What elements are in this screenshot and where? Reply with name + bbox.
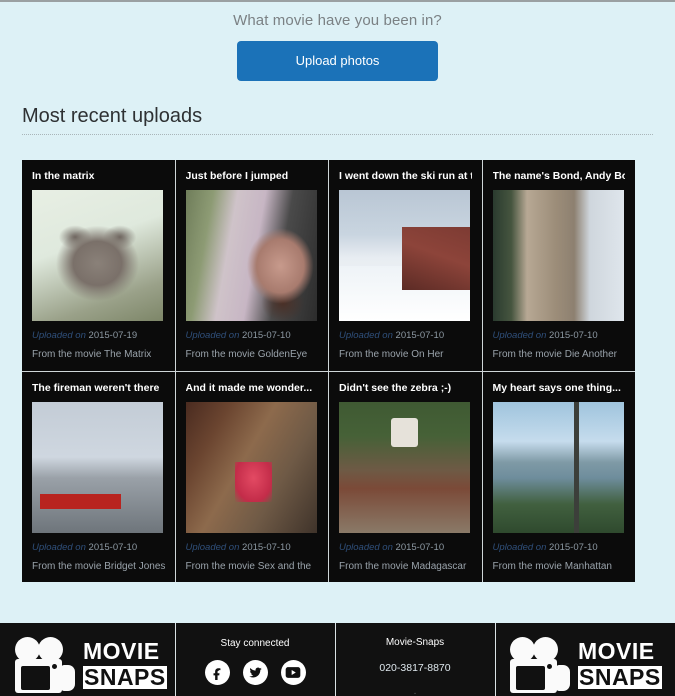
section-title: Most recent uploads: [22, 105, 203, 127]
uploaded-label: Uploaded on: [32, 542, 86, 553]
contact-extra-line: .: [413, 686, 417, 696]
uploaded-date: 2015-07-10: [88, 542, 138, 553]
card-thumbnail[interactable]: [492, 190, 624, 321]
card-uploaded-meta: Uploaded on 2015-07-10: [32, 542, 165, 554]
page-title: What movie have you been in?: [233, 12, 442, 29]
card-thumbnail[interactable]: [492, 402, 624, 533]
photo-image: [185, 190, 317, 321]
photo-image: [492, 402, 624, 533]
footer-logo-left[interactable]: MOVIE SNAPS: [0, 623, 175, 696]
upload-card[interactable]: The fireman weren't there Uploaded on 20…: [22, 372, 175, 582]
upload-photos-button[interactable]: Upload photos: [237, 41, 438, 81]
uploaded-date: 2015-07-10: [395, 330, 445, 341]
card-title: Just before I jumped: [185, 170, 289, 182]
card-uploaded-meta: Uploaded on 2015-07-10: [493, 330, 626, 342]
card-movie-name: From the movie GoldenEye: [185, 349, 308, 360]
uploaded-label: Uploaded on: [32, 330, 86, 341]
upload-card[interactable]: Just before I jumped Uploaded on 2015-07…: [174, 160, 329, 371]
card-thumbnail[interactable]: [339, 402, 470, 533]
card-title: Didn't see the zebra ;-): [339, 382, 452, 394]
uploaded-label: Uploaded on: [492, 330, 547, 341]
uploaded-label: Uploaded on: [185, 330, 240, 341]
footer-social-column: Stay connected: [175, 623, 335, 696]
photo-image: [32, 190, 163, 321]
card-movie-name: From the movie The Matrix: [32, 349, 152, 360]
facebook-icon[interactable]: [204, 660, 230, 685]
brand-wordmark: MOVIE SNAPS: [83, 637, 167, 690]
recent-uploads-grid: In the matrix Uploaded on 2015-07-19 Fro…: [22, 160, 635, 582]
upload-card[interactable]: My heart says one thing... Uploaded on 2…: [481, 372, 636, 582]
brand-logo[interactable]: MOVIE SNAPS: [495, 623, 675, 693]
footer-logo-right[interactable]: MOVIE SNAPS: [495, 623, 675, 696]
card-uploaded-meta: Uploaded on 2015-07-19: [32, 330, 165, 342]
stay-connected-label: Stay connected: [220, 638, 290, 649]
brand-wordmark-top: MOVIE: [83, 637, 160, 664]
twitter-icon[interactable]: [242, 660, 268, 685]
hero-section: What movie have you been in? Upload phot…: [0, 2, 675, 81]
card-title: And it made me wonder...: [185, 382, 313, 394]
card-uploaded-meta: Uploaded on 2015-07-10: [339, 330, 472, 342]
photo-image: [32, 402, 163, 533]
brand-wordmark-top: MOVIE: [578, 637, 655, 664]
upload-card[interactable]: And it made me wonder... Uploaded on 201…: [174, 372, 329, 582]
uploaded-date: 2015-07-19: [88, 330, 138, 341]
photo-image: [339, 402, 470, 533]
uploaded-label: Uploaded on: [339, 330, 393, 341]
uploaded-label: Uploaded on: [339, 542, 393, 553]
photo-image: [185, 402, 317, 533]
card-movie-name: From the movie Manhattan: [492, 561, 613, 572]
contact-phone[interactable]: 020-3817-8870: [335, 648, 495, 674]
contact-name: Movie-Snaps: [385, 637, 445, 648]
card-uploaded-meta: Uploaded on 2015-07-10: [186, 542, 319, 554]
grid-row-2: The fireman weren't there Uploaded on 20…: [22, 371, 635, 582]
social-links: [175, 660, 335, 685]
card-title: I went down the ski run at the: [339, 170, 472, 182]
movie-camera-icon: [509, 637, 570, 693]
brand-wordmark: MOVIE SNAPS: [578, 637, 662, 690]
card-movie-name: From the movie On Her: [339, 349, 444, 360]
card-thumbnail[interactable]: [32, 402, 163, 533]
card-title: The fireman weren't there: [32, 382, 160, 394]
photo-image: [339, 190, 470, 321]
uploaded-date: 2015-07-10: [395, 542, 445, 553]
card-thumbnail[interactable]: [32, 190, 163, 321]
site-footer: MOVIE SNAPS Stay connected Movie-Snaps 0…: [0, 620, 675, 696]
uploaded-date: 2015-07-10: [549, 542, 598, 553]
upload-card[interactable]: In the matrix Uploaded on 2015-07-19 Fro…: [22, 160, 175, 371]
uploaded-label: Uploaded on: [492, 542, 547, 553]
card-thumbnail[interactable]: [339, 190, 470, 321]
grid-row-1: In the matrix Uploaded on 2015-07-19 Fro…: [22, 160, 635, 371]
brand-logo[interactable]: MOVIE SNAPS: [0, 623, 175, 693]
upload-card[interactable]: Didn't see the zebra ;-) Uploaded on 201…: [328, 372, 482, 582]
movie-camera-icon: [14, 637, 75, 693]
brand-wordmark-bottom: SNAPS: [578, 663, 662, 690]
app-page: What movie have you been in? Upload phot…: [0, 0, 675, 696]
card-title: My heart says one thing...: [492, 382, 621, 394]
card-title: The name's Bond, Andy Bond.: [492, 170, 626, 182]
upload-card[interactable]: The name's Bond, Andy Bond. Uploaded on …: [481, 160, 636, 371]
uploaded-date: 2015-07-10: [242, 542, 291, 553]
photo-image: [492, 190, 624, 321]
footer-contact-column: Movie-Snaps 020-3817-8870 .: [335, 623, 495, 696]
section-divider: [22, 134, 653, 135]
card-movie-name: From the movie Bridget Jones's: [32, 561, 165, 572]
uploaded-label: Uploaded on: [185, 542, 240, 553]
youtube-icon[interactable]: [280, 660, 306, 685]
upload-card[interactable]: I went down the ski run at the Uploaded …: [328, 160, 482, 371]
card-uploaded-meta: Uploaded on 2015-07-10: [339, 542, 472, 554]
card-uploaded-meta: Uploaded on 2015-07-10: [186, 330, 319, 342]
card-movie-name: From the movie Sex and the: [185, 561, 312, 572]
card-uploaded-meta: Uploaded on 2015-07-10: [493, 542, 626, 554]
uploaded-date: 2015-07-10: [242, 330, 291, 341]
uploaded-date: 2015-07-10: [549, 330, 598, 341]
card-thumbnail[interactable]: [185, 190, 317, 321]
card-thumbnail[interactable]: [185, 402, 317, 533]
card-movie-name: From the movie Madagascar: [339, 561, 467, 572]
card-title: In the matrix: [32, 170, 95, 182]
brand-wordmark-bottom: SNAPS: [83, 663, 167, 690]
card-movie-name: From the movie Die Another: [492, 349, 618, 360]
section-header: Most recent uploads: [22, 105, 653, 135]
